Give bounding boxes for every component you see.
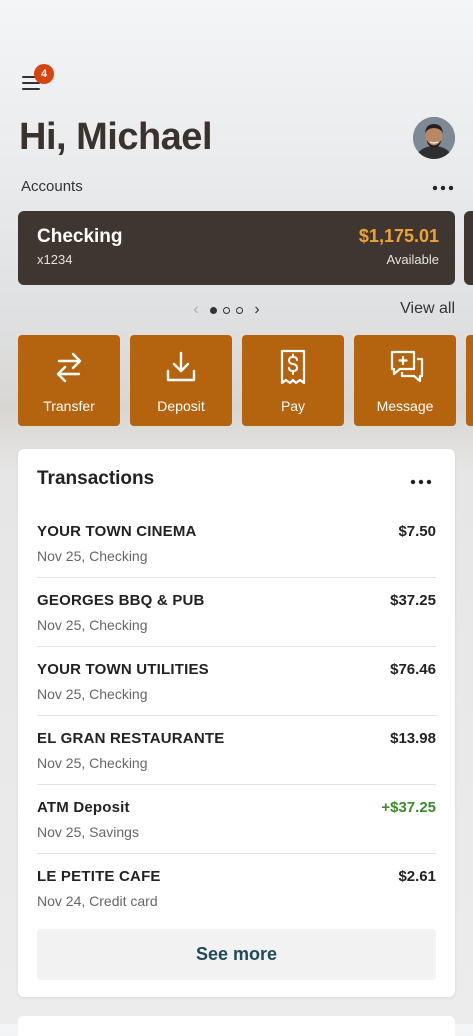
account-pager: ‹ › xyxy=(188,300,265,320)
pay-button[interactable]: Pay xyxy=(242,335,344,426)
pager-dot-3[interactable] xyxy=(236,306,243,314)
balance-label: Available xyxy=(386,252,439,267)
account-number: x1234 xyxy=(37,252,73,267)
next-account-card[interactable] xyxy=(464,211,473,285)
deposit-label: Deposit xyxy=(157,398,205,414)
table-row[interactable]: LE PETITE CAFE Nov 24, Credit card $2.61 xyxy=(37,854,436,922)
transaction-meta: Nov 25, Savings xyxy=(37,824,139,840)
see-more-button[interactable]: See more xyxy=(37,929,436,980)
table-row[interactable]: YOUR TOWN CINEMA Nov 25, Checking $7.50 xyxy=(37,509,436,578)
more-actions-stub[interactable] xyxy=(466,335,473,426)
ellipsis-icon xyxy=(432,185,454,191)
avatar[interactable] xyxy=(413,117,455,159)
pager-dot-2[interactable] xyxy=(223,306,230,314)
transfer-label: Transfer xyxy=(43,398,95,414)
transactions-title: Transactions xyxy=(37,468,155,489)
account-card-checking[interactable]: Checking x1234 $1,175.01 Available xyxy=(18,211,455,285)
account-balance: $1,175.01 xyxy=(358,226,439,246)
chevron-right-icon[interactable]: › xyxy=(249,301,265,319)
quick-actions: Transfer Deposit Pay Message xyxy=(18,335,456,426)
accounts-more-button[interactable] xyxy=(432,180,454,192)
view-all-link[interactable]: View all xyxy=(400,300,455,318)
deposit-icon xyxy=(166,351,196,382)
transaction-merchant: YOUR TOWN CINEMA xyxy=(37,523,197,540)
transactions-card: Transactions YOUR TOWN CINEMA Nov 25, Ch… xyxy=(18,449,455,997)
transaction-amount: $13.98 xyxy=(390,730,436,747)
message-label: Message xyxy=(376,398,434,414)
ellipsis-icon xyxy=(410,479,432,485)
chevron-left-icon[interactable]: ‹ xyxy=(188,301,204,319)
table-row[interactable]: YOUR TOWN UTILITIES Nov 25, Checking $76… xyxy=(37,647,436,716)
transaction-meta: Nov 24, Credit card xyxy=(37,893,158,909)
transaction-meta: Nov 25, Checking xyxy=(37,686,148,702)
transfer-icon xyxy=(56,352,82,383)
transaction-merchant: GEORGES BBQ & PUB xyxy=(37,592,205,609)
transaction-merchant: EL GRAN RESTAURANTE xyxy=(37,730,225,747)
notification-badge: 4 xyxy=(34,64,54,84)
message-icon xyxy=(390,350,424,383)
transaction-amount: +$37.25 xyxy=(381,799,436,816)
bill-pay-icon xyxy=(280,349,306,385)
table-row[interactable]: GEORGES BBQ & PUB Nov 25, Checking $37.2… xyxy=(37,578,436,647)
transaction-merchant: YOUR TOWN UTILITIES xyxy=(37,661,209,678)
table-row[interactable]: EL GRAN RESTAURANTE Nov 25, Checking $13… xyxy=(37,716,436,785)
next-section-card xyxy=(18,1016,455,1036)
transaction-merchant: ATM Deposit xyxy=(37,799,130,816)
transaction-amount: $2.61 xyxy=(398,868,436,885)
deposit-button[interactable]: Deposit xyxy=(130,335,232,426)
transaction-amount: $7.50 xyxy=(398,523,436,540)
transaction-meta: Nov 25, Checking xyxy=(37,755,148,771)
transaction-amount: $76.46 xyxy=(390,661,436,678)
accounts-heading: Accounts xyxy=(21,178,83,195)
transaction-merchant: LE PETITE CAFE xyxy=(37,868,161,885)
transaction-meta: Nov 25, Checking xyxy=(37,548,148,564)
account-name: Checking xyxy=(37,226,123,247)
user-avatar-icon xyxy=(413,117,455,159)
transaction-amount: $37.25 xyxy=(390,592,436,609)
pager-dot-1[interactable] xyxy=(210,306,217,314)
table-row[interactable]: ATM Deposit Nov 25, Savings +$37.25 xyxy=(37,785,436,854)
transactions-list: YOUR TOWN CINEMA Nov 25, Checking $7.50 … xyxy=(37,509,436,922)
message-button[interactable]: Message xyxy=(354,335,456,426)
transaction-meta: Nov 25, Checking xyxy=(37,617,148,633)
page-title: Hi, Michael xyxy=(19,116,213,158)
transfer-button[interactable]: Transfer xyxy=(18,335,120,426)
pay-label: Pay xyxy=(280,398,306,414)
transactions-more-button[interactable] xyxy=(410,474,432,486)
